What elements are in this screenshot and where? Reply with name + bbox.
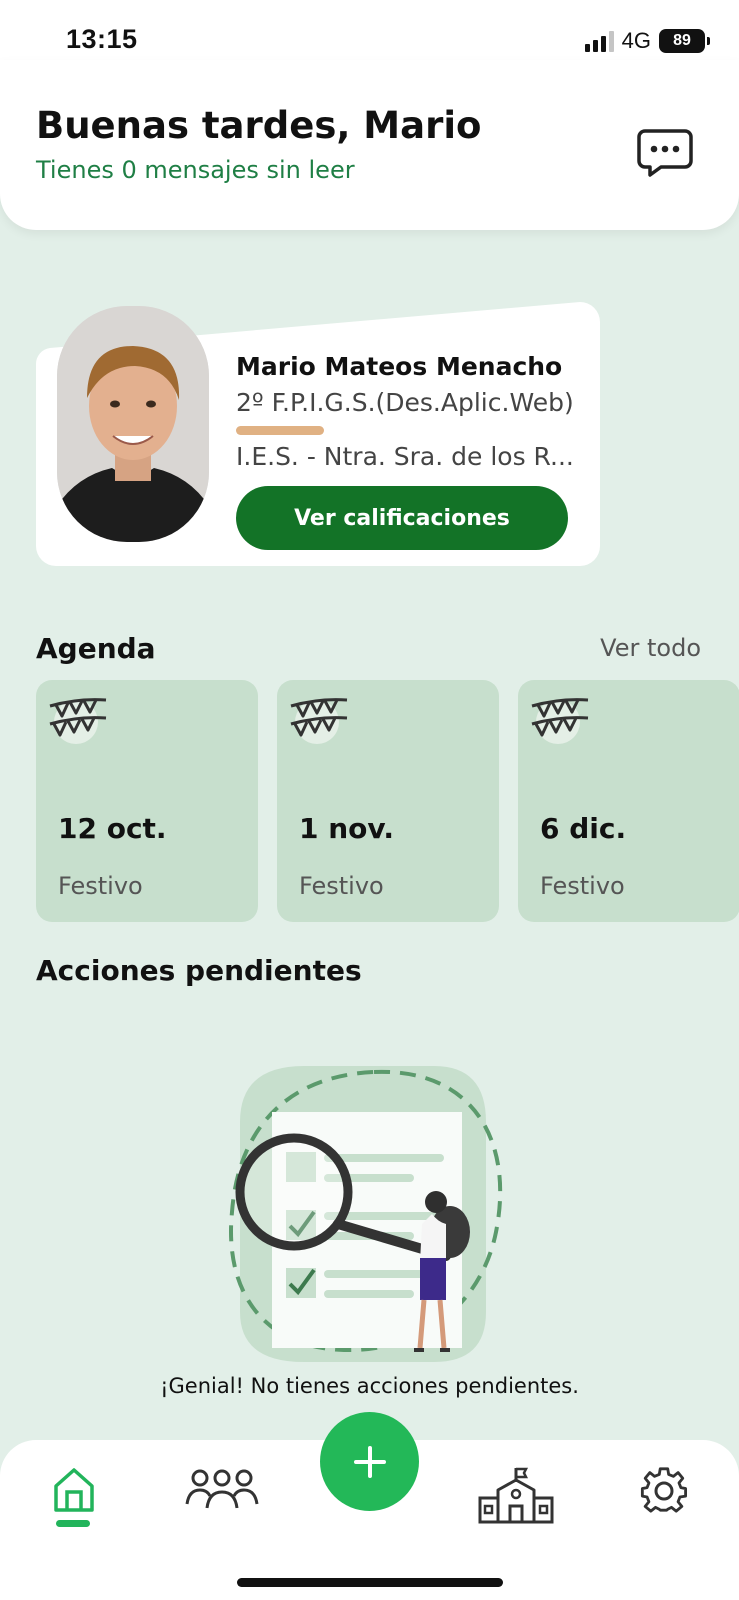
status-indicators: 4G 89 <box>584 26 710 56</box>
agenda-card[interactable]: 12 oct. Festivo <box>36 680 258 922</box>
bunting-icon <box>49 698 107 744</box>
add-button[interactable] <box>320 1412 419 1511</box>
agenda-card[interactable]: 1 nov. Festivo <box>277 680 499 922</box>
student-photo <box>57 306 209 542</box>
agenda-type: Festivo <box>540 872 625 900</box>
student-school: I.E.S. - Ntra. Sra. de los R... <box>236 442 574 471</box>
student-course: 2º F.P.I.G.S.(Des.Aplic.Web) <box>236 388 574 417</box>
network-type: 4G <box>621 28 651 53</box>
agenda-date: 1 nov. <box>299 812 395 845</box>
agenda-type: Festivo <box>299 872 384 900</box>
agenda-view-all-link[interactable]: Ver todo <box>600 634 701 662</box>
agenda-card[interactable]: 6 dic. Festivo <box>518 680 739 922</box>
nav-people[interactable] <box>182 1466 262 1536</box>
plus-icon <box>353 1445 386 1478</box>
battery-level: 89 <box>673 32 691 49</box>
unread-messages-text[interactable]: Tienes 0 mensajes sin leer <box>36 156 355 184</box>
bunting-icon <box>531 698 589 744</box>
agenda-type: Festivo <box>58 872 143 900</box>
battery-icon: 89 <box>659 29 710 53</box>
student-profile-card: Mario Mateos Menacho 2º F.P.I.G.S.(Des.A… <box>36 302 601 566</box>
pending-empty-message: ¡Genial! No tienes acciones pendientes. <box>160 1374 579 1398</box>
home-icon <box>54 1468 94 1512</box>
agenda-date: 6 dic. <box>540 812 627 845</box>
empty-state-illustration <box>229 1066 503 1362</box>
gear-icon <box>640 1467 688 1513</box>
group-icon <box>185 1469 259 1509</box>
chat-bubble-icon[interactable] <box>637 128 693 178</box>
agenda-date: 12 oct. <box>58 812 167 845</box>
bunting-icon <box>290 698 348 744</box>
school-building-icon <box>478 1467 554 1524</box>
course-color-bar <box>236 426 324 435</box>
signal-icon <box>584 30 614 52</box>
agenda-list: 12 oct. Festivo 1 nov. Festivo 6 dic. Fe… <box>36 680 739 922</box>
header-card: Buenas tardes, Mario Tienes 0 mensajes s… <box>0 60 739 230</box>
nav-school[interactable] <box>476 1466 556 1536</box>
status-time: 13:15 <box>66 24 138 54</box>
home-indicator <box>237 1578 503 1587</box>
nav-settings[interactable] <box>624 1466 704 1536</box>
student-name: Mario Mateos Menacho <box>236 352 563 381</box>
nav-active-indicator <box>56 1520 90 1527</box>
pending-actions-title: Acciones pendientes <box>36 954 362 987</box>
greeting-title: Buenas tardes, Mario <box>36 104 482 147</box>
view-grades-button[interactable]: Ver calificaciones <box>236 486 568 550</box>
agenda-title: Agenda <box>36 632 156 665</box>
